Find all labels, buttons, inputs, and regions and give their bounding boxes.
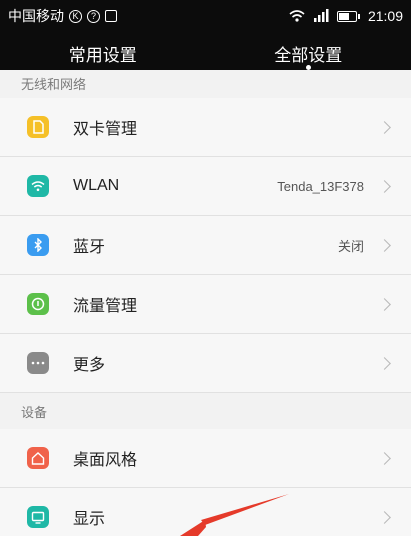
chevron-right-icon bbox=[378, 238, 391, 252]
settings-tabs: 常用设置 全部设置 bbox=[0, 32, 411, 75]
data-usage-icon bbox=[27, 293, 49, 315]
row-display[interactable]: 显示 bbox=[0, 488, 411, 536]
row-dual-sim[interactable]: 双卡管理 bbox=[0, 98, 411, 157]
cell-signal-icon bbox=[313, 9, 329, 22]
carrier-name: 中国移动 bbox=[8, 8, 64, 24]
notification-icon: ? bbox=[87, 9, 100, 23]
battery-icon bbox=[336, 10, 360, 22]
more-icon bbox=[27, 352, 49, 374]
row-value: 关闭 bbox=[337, 238, 364, 254]
home-icon bbox=[27, 447, 49, 469]
chevron-right-icon bbox=[378, 510, 391, 524]
section-header-wireless: 无线和网络 bbox=[0, 70, 411, 96]
image-notification-icon bbox=[105, 10, 117, 22]
wifi-signal-icon bbox=[289, 10, 305, 22]
tab-common-settings[interactable]: 常用设置 bbox=[0, 32, 206, 75]
status-left: 中国移动 K ? bbox=[8, 6, 117, 26]
hd-icon: K bbox=[69, 9, 82, 23]
row-more[interactable]: 更多 bbox=[0, 334, 411, 393]
section-title: 无线和网络 bbox=[21, 76, 87, 92]
sim-card-icon bbox=[27, 116, 49, 138]
row-label: 蓝牙 bbox=[73, 239, 106, 256]
status-right: 21:09 bbox=[289, 8, 403, 24]
display-icon bbox=[27, 506, 49, 528]
chevron-right-icon bbox=[378, 120, 391, 134]
row-label: 双卡管理 bbox=[73, 121, 138, 138]
row-label: 更多 bbox=[73, 357, 106, 374]
tab-label: 全部设置 bbox=[274, 46, 343, 65]
bluetooth-icon bbox=[27, 234, 49, 256]
row-wlan[interactable]: WLAN Tenda_13F378 bbox=[0, 157, 411, 216]
section-title: 设备 bbox=[21, 404, 48, 420]
row-value: Tenda_13F378 bbox=[277, 178, 364, 194]
section-header-device: 设备 bbox=[0, 394, 411, 428]
chevron-right-icon bbox=[378, 356, 391, 370]
chevron-right-icon bbox=[378, 179, 391, 193]
chevron-right-icon bbox=[378, 451, 391, 465]
row-label: WLAN bbox=[73, 177, 120, 194]
row-bluetooth[interactable]: 蓝牙 关闭 bbox=[0, 216, 411, 275]
tab-all-settings[interactable]: 全部设置 bbox=[206, 32, 411, 75]
row-label: 显示 bbox=[73, 511, 106, 528]
chevron-right-icon bbox=[378, 297, 391, 311]
row-data-usage[interactable]: 流量管理 bbox=[0, 275, 411, 334]
row-label: 桌面风格 bbox=[73, 452, 138, 469]
settings-screen: 中国移动 K ? 21:09 常用设置 全部设置 无线和网络 双卡管理 WLAN… bbox=[0, 0, 411, 536]
wifi-icon bbox=[27, 175, 49, 197]
row-desktop-style[interactable]: 桌面风格 bbox=[0, 429, 411, 488]
tab-label: 常用设置 bbox=[68, 46, 137, 65]
row-label: 流量管理 bbox=[73, 298, 138, 315]
status-bar: 中国移动 K ? 21:09 bbox=[0, 0, 411, 32]
clock: 21:09 bbox=[367, 8, 403, 24]
